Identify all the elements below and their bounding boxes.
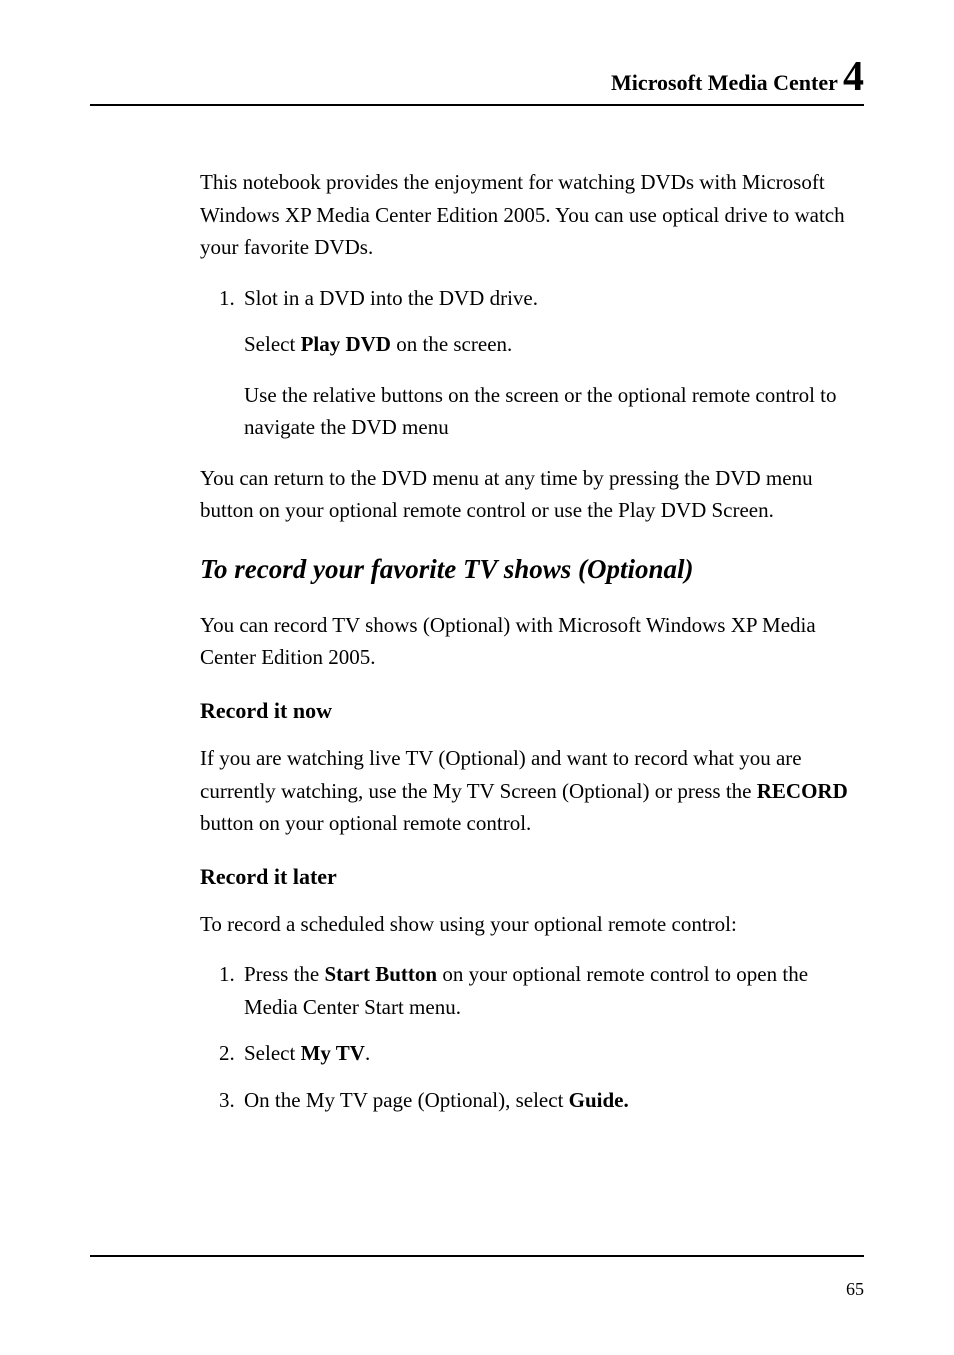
running-head: Microsoft Media Center 4 <box>90 70 864 104</box>
text: on the screen. <box>391 332 512 356</box>
step-subtext: Select Play DVD on the screen. <box>244 328 864 361</box>
intro-paragraph: This notebook provides the enjoyment for… <box>200 166 864 264</box>
dvd-steps-list: Slot in a DVD into the DVD drive. Select… <box>200 282 864 444</box>
page-number: 65 <box>846 1279 864 1300</box>
subheading-record-now: Record it now <box>200 694 864 728</box>
text: . <box>365 1041 370 1065</box>
page: Microsoft Media Center 4 This notebook p… <box>0 0 954 1355</box>
record-now-paragraph: If you are watching live TV (Optional) a… <box>200 742 864 840</box>
bold-text: Play DVD <box>301 332 391 356</box>
header-rule <box>90 104 864 106</box>
subheading-record-later: Record it later <box>200 860 864 894</box>
content: This notebook provides the enjoyment for… <box>90 166 864 1116</box>
dvd-step-1: Slot in a DVD into the DVD drive. Select… <box>240 282 864 444</box>
bold-text: Guide. <box>569 1088 629 1112</box>
section-heading-record: To record your favorite TV shows (Option… <box>200 549 864 591</box>
step-subtext: Use the relative buttons on the screen o… <box>244 379 864 444</box>
text: On the My TV page (Optional), select <box>244 1088 569 1112</box>
text: Press the <box>244 962 325 986</box>
record-later-intro: To record a scheduled show using your op… <box>200 908 864 941</box>
record-later-step-2: Select My TV. <box>240 1037 864 1070</box>
text: If you are watching live TV (Optional) a… <box>200 746 802 803</box>
record-intro: You can record TV shows (Optional) with … <box>200 609 864 674</box>
step-text: Slot in a DVD into the DVD drive. <box>244 286 538 310</box>
text: Select <box>244 332 301 356</box>
text: Select <box>244 1041 301 1065</box>
chapter-number: 4 <box>843 54 864 100</box>
text: button on your optional remote control. <box>200 811 531 835</box>
record-later-step-3: On the My TV page (Optional), select Gui… <box>240 1084 864 1117</box>
record-later-steps: Press the Start Button on your optional … <box>200 958 864 1116</box>
footer-rule <box>90 1255 864 1257</box>
dvd-note: You can return to the DVD menu at any ti… <box>200 462 864 527</box>
bold-text: My TV <box>301 1041 365 1065</box>
bold-text: Start Button <box>325 962 438 986</box>
record-later-step-1: Press the Start Button on your optional … <box>240 958 864 1023</box>
header-title: Microsoft Media Center <box>611 70 837 95</box>
bold-text: RECORD <box>757 779 848 803</box>
